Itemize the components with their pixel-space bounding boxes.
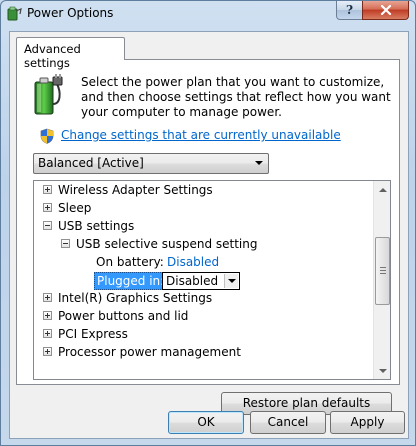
- tree-item-label: USB selective suspend setting: [76, 237, 258, 251]
- tree-item-label: Power buttons and lid: [58, 309, 189, 323]
- window-title: Power Options: [27, 6, 114, 20]
- tree-item-wireless-adapter[interactable]: Wireless Adapter Settings: [34, 181, 373, 199]
- apply-button[interactable]: Apply: [330, 411, 405, 434]
- battery-plug-icon: [31, 74, 67, 118]
- arrow-down-icon: [378, 368, 387, 373]
- tree-item-intel-graphics[interactable]: Intel(R) Graphics Settings: [34, 289, 373, 307]
- expand-plus-icon[interactable]: [43, 347, 52, 356]
- expand-plus-icon[interactable]: [43, 329, 52, 338]
- dialog-client-area: Advanced settings Select the power plan …: [9, 31, 409, 439]
- tree-item-power-buttons[interactable]: Power buttons and lid: [34, 307, 373, 325]
- arrow-up-icon: [378, 187, 387, 192]
- scrollbar-thumb[interactable]: [375, 237, 390, 305]
- change-settings-link[interactable]: Change settings that are currently unava…: [61, 128, 341, 142]
- chevron-down-icon: [255, 161, 263, 165]
- expand-plus-icon[interactable]: [43, 203, 52, 212]
- uac-shield-icon: [39, 128, 55, 144]
- power-plan-select[interactable]: Balanced [Active]: [33, 153, 269, 174]
- advanced-settings-panel: Select the power plan that you want to c…: [16, 59, 400, 415]
- tree-item-usb-selective-suspend[interactable]: USB selective suspend setting: [34, 235, 373, 253]
- plugged-in-value: Disabled: [166, 274, 219, 288]
- tree-item-on-battery[interactable]: On battery: Disabled: [34, 253, 373, 271]
- title-bar[interactable]: Power Options ?: [1, 1, 415, 27]
- tree-item-label: USB settings: [58, 219, 135, 233]
- tree-item-usb-settings[interactable]: USB settings: [34, 217, 373, 235]
- tree-item-plugged-in[interactable]: Plugged in: Disabled: [34, 272, 373, 290]
- power-plan-select-value: Balanced [Active]: [38, 156, 144, 170]
- help-button-label: ?: [345, 3, 354, 17]
- tree-scrollbar[interactable]: [373, 181, 390, 379]
- chevron-down-icon: [224, 274, 238, 288]
- expand-plus-icon[interactable]: [43, 311, 52, 320]
- scroll-up-button[interactable]: [374, 181, 390, 198]
- tree-item-label: Processor power management: [58, 345, 241, 359]
- settings-tree-content: Wireless Adapter Settings Sleep USB sett…: [34, 181, 373, 379]
- expand-plus-icon[interactable]: [43, 185, 52, 194]
- help-button[interactable]: ?: [336, 1, 363, 20]
- collapse-minus-icon[interactable]: [43, 221, 52, 230]
- tree-item-sleep[interactable]: Sleep: [34, 199, 373, 217]
- tree-item-label: Sleep: [58, 201, 92, 215]
- scroll-down-button[interactable]: [374, 362, 390, 379]
- apply-button-label: Apply: [350, 415, 385, 429]
- restore-plan-defaults-label: Restore plan defaults: [242, 396, 371, 410]
- power-options-icon: [6, 5, 22, 21]
- power-options-window: Power Options ? Advanced settings Select…: [0, 0, 416, 446]
- on-battery-value-link[interactable]: Disabled: [167, 253, 219, 271]
- tree-item-label: Intel(R) Graphics Settings: [58, 291, 213, 305]
- ok-button-label: OK: [197, 415, 215, 429]
- settings-tree[interactable]: Wireless Adapter Settings Sleep USB sett…: [33, 180, 391, 380]
- tree-item-pci-express[interactable]: PCI Express: [34, 325, 373, 343]
- tree-item-processor-power[interactable]: Processor power management: [34, 343, 373, 361]
- plugged-in-value-select[interactable]: Disabled: [162, 272, 240, 290]
- plugged-in-label: Plugged in:: [94, 272, 168, 290]
- expand-plus-icon[interactable]: [43, 293, 52, 302]
- cancel-button-label: Cancel: [267, 415, 309, 429]
- ok-button[interactable]: OK: [168, 411, 244, 434]
- intro-text: Select the power plan that you want to c…: [81, 75, 391, 119]
- tree-item-label: PCI Express: [58, 327, 128, 341]
- cancel-button[interactable]: Cancel: [250, 411, 326, 434]
- tab-advanced-settings[interactable]: Advanced settings: [16, 37, 125, 70]
- on-battery-label: On battery:: [96, 255, 164, 269]
- close-button[interactable]: [362, 1, 409, 20]
- collapse-minus-icon[interactable]: [61, 239, 70, 248]
- tree-item-label: Wireless Adapter Settings: [58, 183, 213, 197]
- close-icon: [380, 5, 391, 15]
- grip-icon: [380, 267, 386, 274]
